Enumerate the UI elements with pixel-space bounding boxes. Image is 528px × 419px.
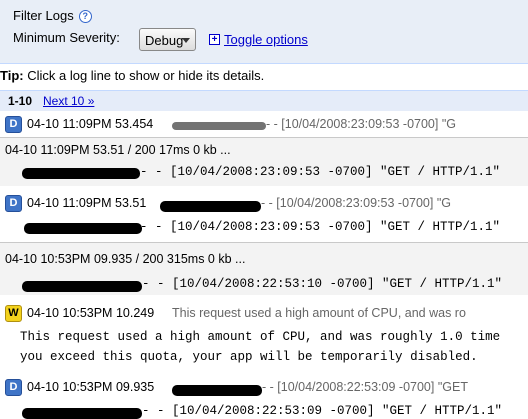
filter-title: Filter Logs? [13, 8, 92, 23]
log-detail: - - [10/04/2008:23:09:53 -0700] "GET / H… [140, 220, 501, 234]
tip-label: Tip: [0, 68, 24, 83]
log-line[interactable]: D 04-10 10:53PM 09.935 - - [10/04/2008:2… [0, 376, 528, 419]
request-detail: - - [10/04/2008:23:09:53 -0700] "GET / H… [140, 165, 501, 179]
severity-label: Minimum Severity: [13, 30, 120, 45]
next-page-link[interactable]: Next 10 » [43, 94, 94, 108]
log-line[interactable]: D 04-10 11:09PM 53.51 - - [10/04/2008:23… [0, 192, 528, 236]
log-line[interactable]: D 04-10 11:09PM 53.454 - - [10/04/2008:2… [0, 114, 528, 136]
log-tail: - - [10/04/2008:22:53:09 -0700] "GET [262, 380, 468, 394]
warning-badge-icon: W [5, 305, 22, 322]
redacted-ip [22, 168, 140, 179]
request-summary: 04-10 11:09PM 53.51 / 200 17ms 0 kb ... [5, 143, 231, 157]
log-time: 04-10 11:09PM 53.51 [27, 196, 147, 210]
page-range: 1-10 [8, 94, 33, 108]
pager-bar: 1-10 Next 10 » [0, 90, 528, 111]
log-time: 04-10 10:53PM 09.935 [27, 380, 155, 394]
tip-text: Tip: Click a log line to show or hide it… [0, 68, 264, 83]
help-icon[interactable]: ? [78, 10, 92, 23]
filter-panel: Filter Logs? Minimum Severity: Debug + T… [0, 0, 528, 64]
redacted-ip [172, 385, 262, 396]
severity-select[interactable]: Debug [139, 28, 196, 51]
redacted-ip [22, 408, 142, 419]
toggle-options-link[interactable]: Toggle options [224, 32, 308, 47]
severity-value: Debug [145, 33, 184, 48]
log-tail: - - [10/04/2008:23:09:53 -0700] "G [266, 117, 456, 131]
request-summary: 04-10 10:53PM 09.935 / 200 315ms 0 kb ..… [5, 252, 246, 266]
log-tail: - - [10/04/2008:23:09:53 -0700] "G [261, 196, 451, 210]
log-detail: you exceed this quota, your app will be … [20, 350, 478, 364]
log-tail: This request used a high amount of CPU, … [172, 306, 466, 320]
request-detail: - - [10/04/2008:22:53:10 -0700] "GET / H… [142, 277, 503, 291]
debug-badge-icon: D [5, 195, 22, 212]
log-detail: - - [10/04/2008:22:53:09 -0700] "GET / H… [142, 404, 503, 418]
log-time: 04-10 11:09PM 53.454 [27, 117, 154, 131]
redacted-ip [172, 122, 266, 130]
redacted-ip [160, 201, 261, 212]
log-detail: This request used a high amount of CPU, … [20, 330, 501, 344]
dropdown-arrow-icon [182, 38, 190, 43]
debug-badge-icon: D [5, 116, 22, 133]
expand-plus-icon[interactable]: + [209, 34, 220, 45]
redacted-ip [22, 281, 142, 292]
debug-badge-icon: D [5, 379, 22, 396]
log-line[interactable]: W 04-10 10:53PM 10.249 This request used… [0, 302, 528, 372]
redacted-ip [24, 223, 142, 234]
log-time: 04-10 10:53PM 10.249 [27, 306, 155, 320]
tip-body: Click a log line to show or hide its det… [27, 68, 265, 83]
